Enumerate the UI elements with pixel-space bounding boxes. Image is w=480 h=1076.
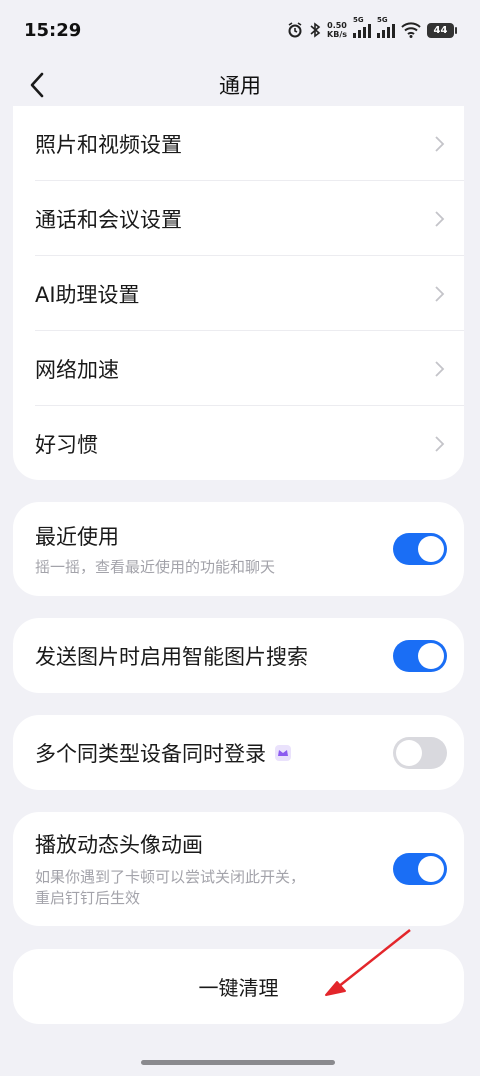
avatar-animation-desc-line1: 如果你遇到了卡顿可以尝试关闭此开关，: [35, 868, 306, 886]
back-button[interactable]: [20, 68, 54, 102]
page-title: 通用: [219, 74, 261, 98]
settings-item-ai-assistant[interactable]: AI助理设置: [13, 256, 464, 331]
sim1-label: 5G: [353, 16, 364, 24]
status-bar: 15:29 0.50 KB/s 5G 5G 44: [0, 0, 480, 60]
settings-item-label: 网络加速: [35, 357, 119, 382]
home-indicator[interactable]: [141, 1060, 335, 1065]
chevron-left-icon: [30, 72, 44, 98]
chevron-right-icon: [435, 285, 445, 302]
chevron-right-icon: [435, 135, 445, 152]
image-search-card: 发送图片时启用智能图片搜索: [13, 618, 464, 693]
recent-use-title: 最近使用: [35, 524, 119, 549]
multi-device-login-card: 多个同类型设备同时登录: [13, 715, 464, 790]
chevron-right-icon: [435, 435, 445, 452]
status-icons: 0.50 KB/s 5G 5G 44: [287, 16, 457, 39]
network-speed: 0.50 KB/s: [327, 21, 347, 39]
battery-level: 44: [433, 24, 448, 36]
multi-device-login-toggle[interactable]: [393, 736, 447, 769]
sim2-label: 5G: [377, 16, 388, 24]
signal-icon-sim1: 5G: [353, 16, 371, 38]
settings-item-label: 照片和视频设置: [35, 132, 182, 157]
avatar-animation-desc-line2: 重启钉钉后生效: [35, 889, 141, 907]
settings-item-photo-video[interactable]: 照片和视频设置: [13, 106, 464, 181]
settings-item-label: 通话和会议设置: [35, 207, 182, 232]
alarm-icon: [288, 22, 302, 38]
one-click-clean-button[interactable]: 一键清理: [13, 949, 464, 1024]
signal-icon-sim2: 5G: [377, 16, 395, 38]
avatar-animation-toggle[interactable]: [393, 853, 447, 885]
network-speed-unit: KB/s: [327, 30, 347, 39]
settings-item-good-habits[interactable]: 好习惯: [13, 406, 464, 481]
image-search-toggle[interactable]: [393, 639, 447, 672]
nav-bar: 通用: [0, 60, 480, 110]
avatar-animation-card: 播放动态头像动画 如果你遇到了卡顿可以尝试关闭此开关， 重启钉钉后生效: [13, 812, 464, 926]
battery-icon: 44: [427, 22, 457, 38]
chevron-right-icon: [435, 210, 445, 227]
bluetooth-icon: [310, 22, 321, 38]
recent-use-toggle[interactable]: [393, 533, 447, 565]
one-click-clean-label: 一键清理: [198, 976, 279, 1000]
image-search-title: 发送图片时启用智能图片搜索: [35, 644, 308, 669]
multi-device-login-title: 多个同类型设备同时登录: [35, 741, 266, 766]
avatar-animation-description: 如果你遇到了卡顿可以尝试关闭此开关， 重启钉钉后生效: [35, 867, 305, 909]
network-speed-value: 0.50: [327, 21, 347, 30]
avatar-animation-title: 播放动态头像动画: [35, 833, 203, 857]
chevron-right-icon: [435, 360, 445, 377]
multi-device-title-wrap: 多个同类型设备同时登录: [35, 738, 292, 768]
settings-item-network-acceleration[interactable]: 网络加速: [13, 331, 464, 406]
status-time: 15:29: [24, 19, 82, 41]
settings-item-label: 好习惯: [35, 432, 98, 457]
settings-item-label: AI助理设置: [35, 282, 140, 307]
premium-crown-icon: [275, 744, 291, 761]
recent-use-card: 最近使用 摇一摇，查看最近使用的功能和聊天: [13, 502, 464, 596]
settings-list: 照片和视频设置 通话和会议设置 AI助理设置 网络加速 好习惯: [13, 106, 464, 480]
recent-use-description: 摇一摇，查看最近使用的功能和聊天: [35, 557, 276, 576]
settings-item-call-meeting[interactable]: 通话和会议设置: [13, 181, 464, 256]
wifi-icon: [401, 22, 421, 38]
